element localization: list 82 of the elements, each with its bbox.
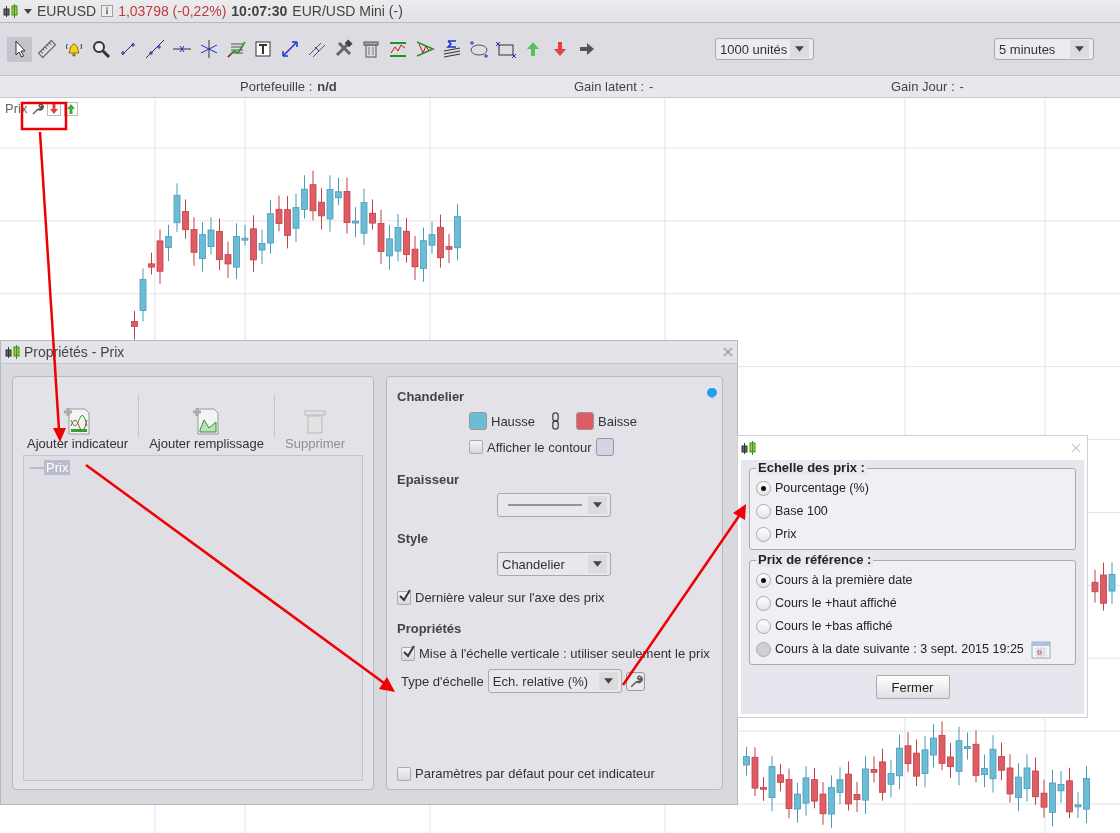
info-value: n/d bbox=[317, 79, 337, 94]
checkbox[interactable] bbox=[401, 646, 415, 661]
radio-button[interactable] bbox=[756, 526, 771, 542]
info-value: - bbox=[649, 79, 654, 94]
toolbar-action-button[interactable]: Ajouter remplissage bbox=[145, 377, 269, 455]
group-title: Prix de référence : bbox=[756, 552, 874, 567]
caret-icon bbox=[598, 672, 618, 690]
group-title: Echelle des prix : bbox=[756, 460, 867, 475]
radio-label: Cours à la date suivante : 3 sept. 2015 19:25 bbox=[775, 642, 1024, 656]
candle-icon bbox=[3, 3, 19, 19]
color-swatch[interactable] bbox=[595, 438, 614, 456]
radio-button[interactable] bbox=[756, 595, 771, 611]
add-chart-icon bbox=[62, 406, 93, 436]
sigma-icon bbox=[441, 39, 462, 59]
color-label: Hausse bbox=[491, 413, 536, 429]
gridchart-icon bbox=[225, 39, 246, 59]
add-chart-icon bbox=[191, 406, 222, 436]
info-label: Gain Jour : bbox=[891, 79, 955, 94]
trash-icon bbox=[360, 39, 381, 59]
caret-icon[interactable] bbox=[24, 8, 32, 14]
period-dropdown[interactable]: 5 minutes bbox=[994, 38, 1094, 60]
color-label: Baisse bbox=[598, 413, 638, 429]
triangle-icon bbox=[414, 39, 435, 59]
close-icon[interactable] bbox=[723, 347, 733, 357]
radio-button[interactable] bbox=[756, 572, 771, 588]
checkbox[interactable] bbox=[397, 766, 411, 781]
radio-button[interactable] bbox=[756, 503, 771, 519]
search-icon bbox=[90, 39, 111, 59]
speech-bubble-icon[interactable] bbox=[706, 387, 718, 399]
instrument-price: 1,03798 (-0,22%) bbox=[118, 3, 227, 19]
wrench-icon[interactable] bbox=[30, 101, 45, 116]
section-heading: Style bbox=[397, 531, 430, 546]
color-swatch[interactable] bbox=[469, 412, 487, 430]
caret-icon bbox=[1070, 40, 1089, 58]
radio-label: Cours le +haut affiché bbox=[775, 596, 897, 610]
instrument-name: EUR/USD Mini (-) bbox=[292, 3, 403, 19]
ellipse-icon bbox=[468, 39, 489, 59]
candle-icon bbox=[5, 344, 21, 360]
radio-label: Cours le +bas affiché bbox=[775, 619, 893, 633]
instrument-time: 10:07:30 bbox=[231, 3, 288, 19]
instrument-symbol: EURUSD bbox=[37, 3, 97, 19]
radio-label: Pourcentage (%) bbox=[775, 481, 869, 495]
radio-button[interactable] bbox=[756, 480, 771, 496]
checkbox[interactable] bbox=[397, 590, 411, 605]
diagarrows-icon bbox=[279, 39, 300, 59]
caret-icon bbox=[790, 40, 809, 58]
checkbox-label: Afficher le contour bbox=[487, 439, 592, 455]
candlestick-series bbox=[1091, 561, 1116, 612]
radio-label: Prix bbox=[775, 527, 797, 541]
zigzag-icon bbox=[387, 39, 408, 59]
tools-icon bbox=[333, 39, 354, 59]
line-sample-icon bbox=[508, 503, 582, 507]
rectangle-icon bbox=[495, 39, 516, 59]
link-icon[interactable] bbox=[551, 412, 561, 430]
section-heading: Propriétés bbox=[397, 621, 463, 636]
drawing-tool-button[interactable] bbox=[7, 36, 32, 62]
scale-type-dropdown[interactable]: Ech. relative (%) bbox=[487, 669, 622, 693]
info-label: Gain latent : bbox=[574, 79, 645, 94]
text-icon bbox=[252, 39, 273, 59]
candle-icon bbox=[741, 440, 757, 456]
info-icon[interactable] bbox=[101, 5, 114, 17]
radio-label: Base 100 bbox=[775, 504, 828, 518]
quantity-dropdown[interactable]: 1000 unités bbox=[715, 38, 814, 60]
section-heading: Chandelier bbox=[397, 389, 466, 404]
line-icon bbox=[144, 39, 165, 59]
close-button[interactable]: Fermer bbox=[875, 675, 950, 699]
radio-label: Cours à la première date bbox=[775, 573, 913, 587]
checkbox-label: Dernière valeur sur l'axe des prix bbox=[415, 590, 605, 605]
info-value: - bbox=[959, 79, 964, 94]
thickness-dropdown[interactable] bbox=[497, 493, 611, 517]
style-dropdown[interactable]: Chandelier bbox=[497, 552, 611, 576]
checkbox-label: Paramètres par défaut pour cet indicateur bbox=[415, 766, 655, 781]
radio-button[interactable] bbox=[756, 618, 771, 634]
section-heading: Epaisseur bbox=[397, 472, 461, 487]
caret-icon bbox=[588, 496, 607, 514]
info-label: Portefeuille : bbox=[240, 79, 313, 94]
caret-icon bbox=[588, 555, 607, 573]
field-label: Type d'échelle bbox=[401, 673, 484, 689]
line-sample-icon bbox=[30, 465, 44, 470]
checkbox[interactable] bbox=[469, 440, 483, 454]
vline-icon bbox=[198, 39, 219, 59]
color-swatch[interactable] bbox=[576, 412, 595, 430]
